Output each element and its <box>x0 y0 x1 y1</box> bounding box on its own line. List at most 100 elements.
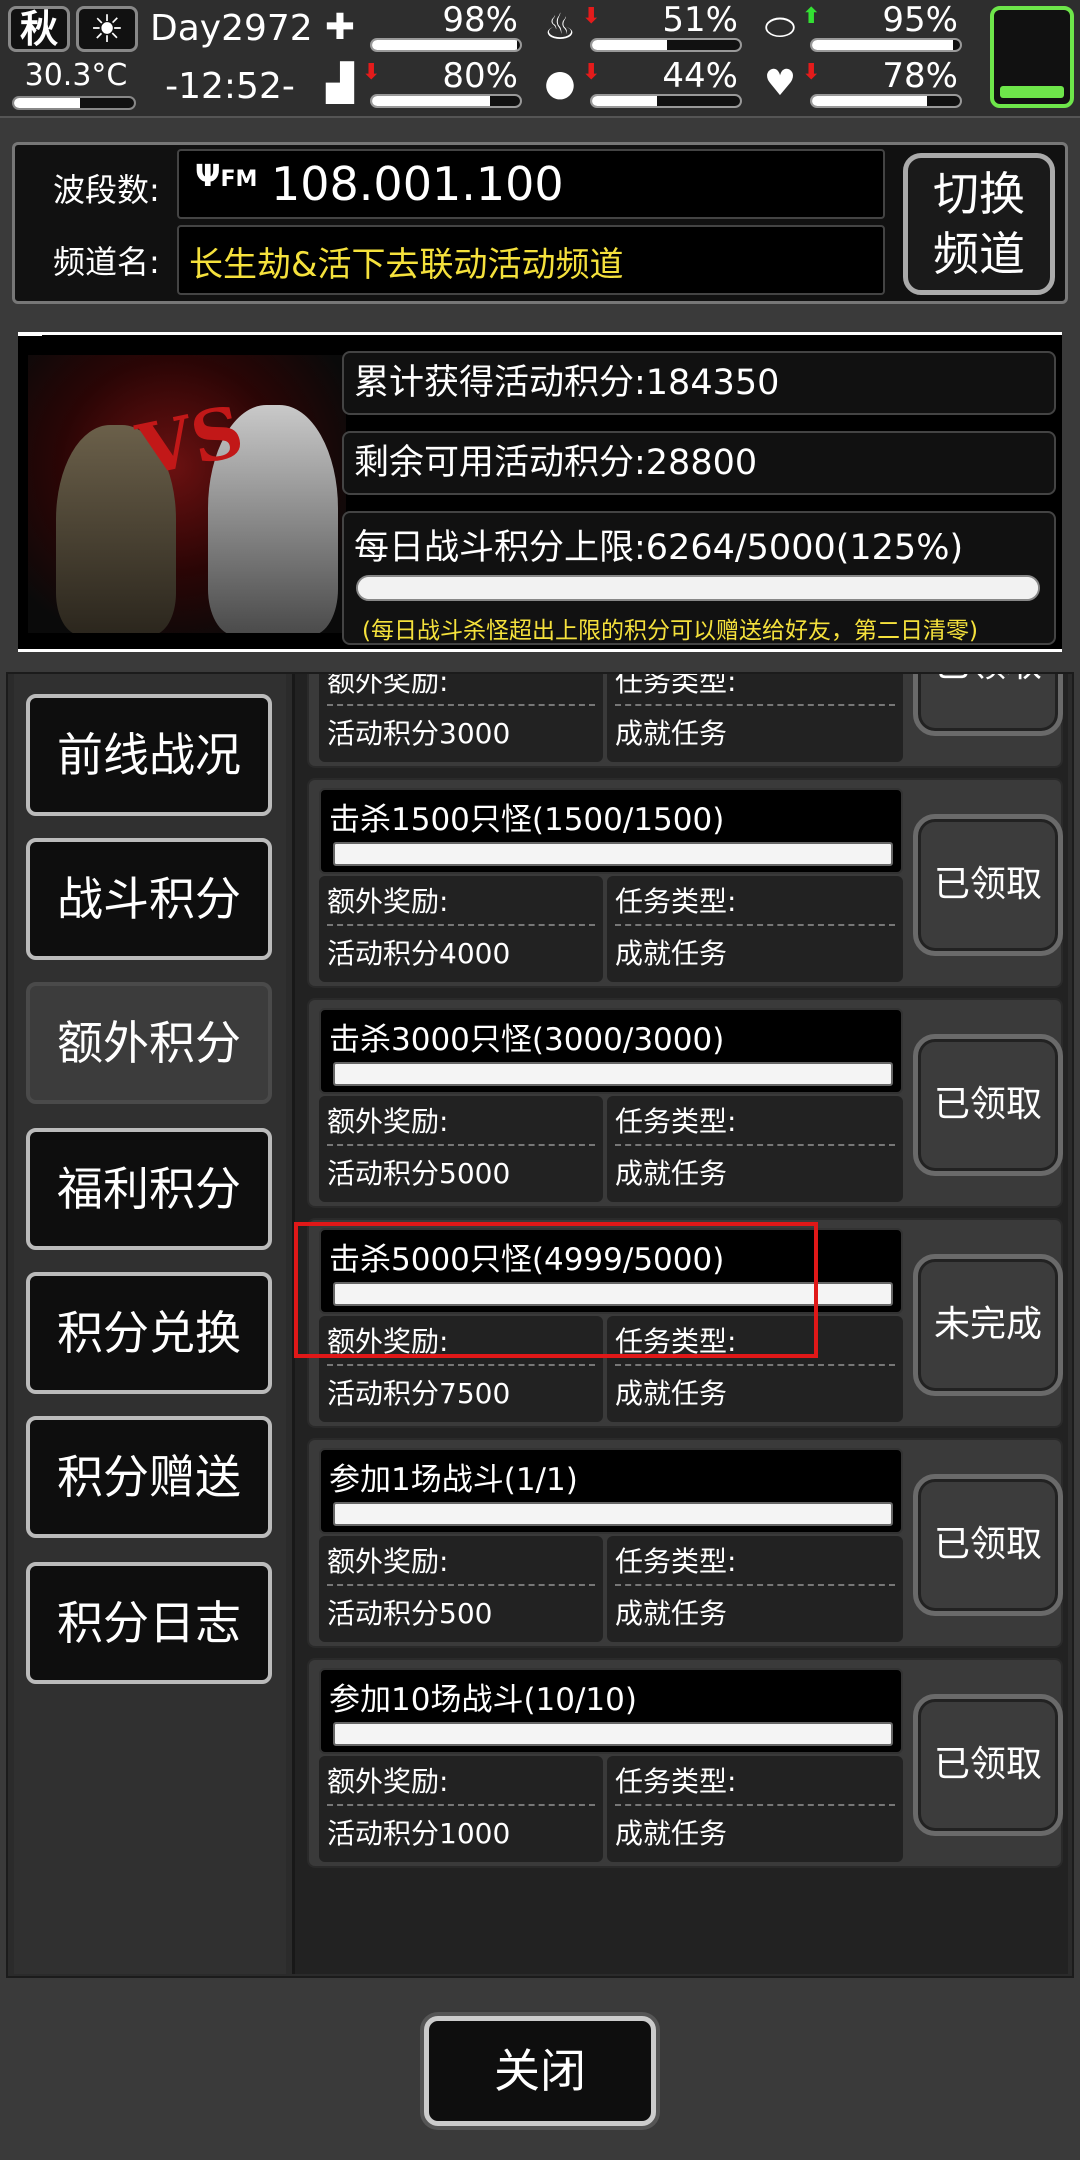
reward-value: 活动积分500 <box>327 1597 493 1630</box>
task-reward: 额外奖励: 活动积分1000 <box>319 1756 603 1862</box>
incomplete-button[interactable]: 未完成 <box>913 1254 1063 1396</box>
day-counter: Day2972 <box>150 8 313 49</box>
switch-channel-button[interactable]: 切换 频道 <box>903 153 1055 295</box>
channel-name: 长生劫&活下去联动活动频道 <box>189 245 624 285</box>
available-score: 剩余可用活动积分:28800 <box>342 431 1056 495</box>
close-button[interactable]: 关闭 <box>424 2016 656 2126</box>
stat-mood-pct: 78% <box>882 56 958 96</box>
task-type: 任务类型: 成就任务 <box>607 876 903 982</box>
stat-stamina-pct: 80% <box>442 56 518 96</box>
divider <box>327 1364 595 1366</box>
stat-stamina: ▟ ⬇ 80% <box>318 56 528 112</box>
stat-hunger: ♨ ⬇ 51% <box>538 0 748 56</box>
divider <box>615 1144 895 1146</box>
task-item: 击杀3000只怪(3000/3000) 额外奖励: 活动积分5000 任务类型:… <box>307 998 1063 1208</box>
daily-limit-text: 每日战斗积分上限:6264/5000(125%) <box>354 528 964 568</box>
nav-battle-points[interactable]: 战斗积分 <box>26 838 272 960</box>
divider <box>327 1584 595 1586</box>
stat-health-pct: 98% <box>442 0 518 40</box>
temperature-label: 30.3°C <box>24 58 128 93</box>
nav-points-log[interactable]: 积分日志 <box>26 1562 272 1684</box>
sidebar: 前线战况 战斗积分 额外积分 福利积分 积分兑换 积分赠送 积分日志 <box>14 674 286 1974</box>
event-score-panel: VS 累计获得活动积分:184350 剩余可用活动积分:28800 每日战斗积分… <box>18 332 1062 652</box>
task-title: 参加1场战斗(1/1) <box>329 1462 578 1498</box>
nav-points-exchange[interactable]: 积分兑换 <box>26 1272 272 1394</box>
medkit-icon: ✚ <box>324 7 356 48</box>
battery-icon[interactable] <box>990 6 1074 108</box>
total-score: 累计获得活动积分:184350 <box>342 351 1056 415</box>
task-reward: 额外奖励: 活动积分4000 <box>319 876 603 982</box>
type-value: 成就任务 <box>615 1377 728 1410</box>
arrow-down-icon: ⬇ <box>802 60 821 85</box>
stat-hunger-pct: 51% <box>662 0 738 40</box>
type-value: 成就任务 <box>615 1817 728 1850</box>
type-label: 任务类型: <box>615 1765 737 1798</box>
pill-icon: ⬭ <box>764 7 796 48</box>
season-badge: 秋 <box>8 6 70 52</box>
stat-thirst-pct: 44% <box>662 56 738 96</box>
heart-icon: ♥ <box>763 63 797 104</box>
task-title-box: 击杀3000只怪(3000/3000) <box>319 1008 903 1094</box>
divider <box>327 1804 595 1806</box>
task-item: 参加10场战斗(10/10) 额外奖励: 活动积分1000 任务类型: 成就任务… <box>307 1658 1063 1868</box>
divider <box>615 704 895 706</box>
stat-mood: ♥ ⬇ 78% <box>758 56 968 112</box>
divider <box>327 924 595 926</box>
task-type: 任务类型: 成就任务 <box>607 1756 903 1862</box>
nav-extra-points[interactable]: 额外积分 <box>26 982 272 1104</box>
claim-button[interactable]: 已领取 <box>913 1034 1063 1176</box>
task-item: 参加1场战斗(1/1) 额外奖励: 活动积分500 任务类型: 成就任务 已领取 <box>307 1438 1063 1648</box>
reward-label: 额外奖励: <box>327 1545 449 1578</box>
reward-label: 额外奖励: <box>327 1105 449 1138</box>
nav-points-gift[interactable]: 积分赠送 <box>26 1416 272 1538</box>
freq-label: 波段数: <box>53 171 160 209</box>
type-label: 任务类型: <box>615 674 737 698</box>
reward-value: 活动积分3000 <box>327 717 511 750</box>
stat-stamina-bar <box>370 94 522 108</box>
task-progress-bar <box>333 1062 893 1086</box>
nav-welfare-points[interactable]: 福利积分 <box>26 1128 272 1250</box>
stat-immunity-pct: 95% <box>882 0 958 40</box>
divider <box>327 704 595 706</box>
stat-immunity-bar <box>810 38 962 52</box>
task-title-box: 击杀1500只怪(1500/1500) <box>319 788 903 874</box>
temperature-bar <box>12 96 136 110</box>
reward-value: 活动积分1000 <box>327 1817 511 1850</box>
reward-label: 额外奖励: <box>327 1765 449 1798</box>
game-clock: -12:52- <box>165 66 295 107</box>
task-title: 击杀3000只怪(3000/3000) <box>329 1022 725 1058</box>
task-item: 击杀1500只怪(1500/1500) 额外奖励: 活动积分4000 任务类型:… <box>307 778 1063 988</box>
stat-thirst-bar <box>590 94 742 108</box>
claim-button[interactable]: 已领取 <box>913 1474 1063 1616</box>
divider <box>615 1804 895 1806</box>
stat-immunity: ⬭ ⬆ 95% <box>758 0 968 56</box>
reward-value: 活动积分7500 <box>327 1377 511 1410</box>
water-drop-icon: ● <box>544 63 576 104</box>
stat-health-bar <box>370 38 522 52</box>
task-type: 任务类型: 成就任务 <box>607 674 903 762</box>
arrow-down-icon: ⬇ <box>582 60 601 85</box>
type-label: 任务类型: <box>615 1105 737 1138</box>
divider <box>327 1144 595 1146</box>
sun-icon: ☀ <box>76 6 138 52</box>
channel-label: 频道名: <box>53 243 160 281</box>
arrow-down-icon: ⬇ <box>582 4 601 29</box>
task-reward: 额外奖励: 活动积分5000 <box>319 1096 603 1202</box>
type-label: 任务类型: <box>615 885 737 918</box>
task-progress-bar <box>333 842 893 866</box>
stat-health: ✚ 98% <box>318 0 528 56</box>
task-type: 任务类型: 成就任务 <box>607 1096 903 1202</box>
type-value: 成就任务 <box>615 1157 728 1190</box>
stat-thirst: ● ⬇ 44% <box>538 56 748 112</box>
claim-button[interactable]: 已领取 <box>913 1694 1063 1836</box>
radio-panel: 波段数: ΨFM 108.001.100 频道名: 长生劫&活下去联动活动频道 … <box>12 142 1068 304</box>
task-title-box: 参加10场战斗(10/10) <box>319 1668 903 1754</box>
stat-mood-bar <box>810 94 962 108</box>
nav-frontline[interactable]: 前线战况 <box>26 694 272 816</box>
claim-button[interactable]: 已领取 <box>913 674 1063 736</box>
claim-button[interactable]: 已领取 <box>913 814 1063 956</box>
type-label: 任务类型: <box>615 1545 737 1578</box>
daily-limit-box: 每日战斗积分上限:6264/5000(125%) (每日战斗杀怪超出上限的积分可… <box>342 511 1056 645</box>
task-title: 击杀1500只怪(1500/1500) <box>329 802 725 838</box>
task-title: 参加10场战斗(10/10) <box>329 1682 637 1718</box>
